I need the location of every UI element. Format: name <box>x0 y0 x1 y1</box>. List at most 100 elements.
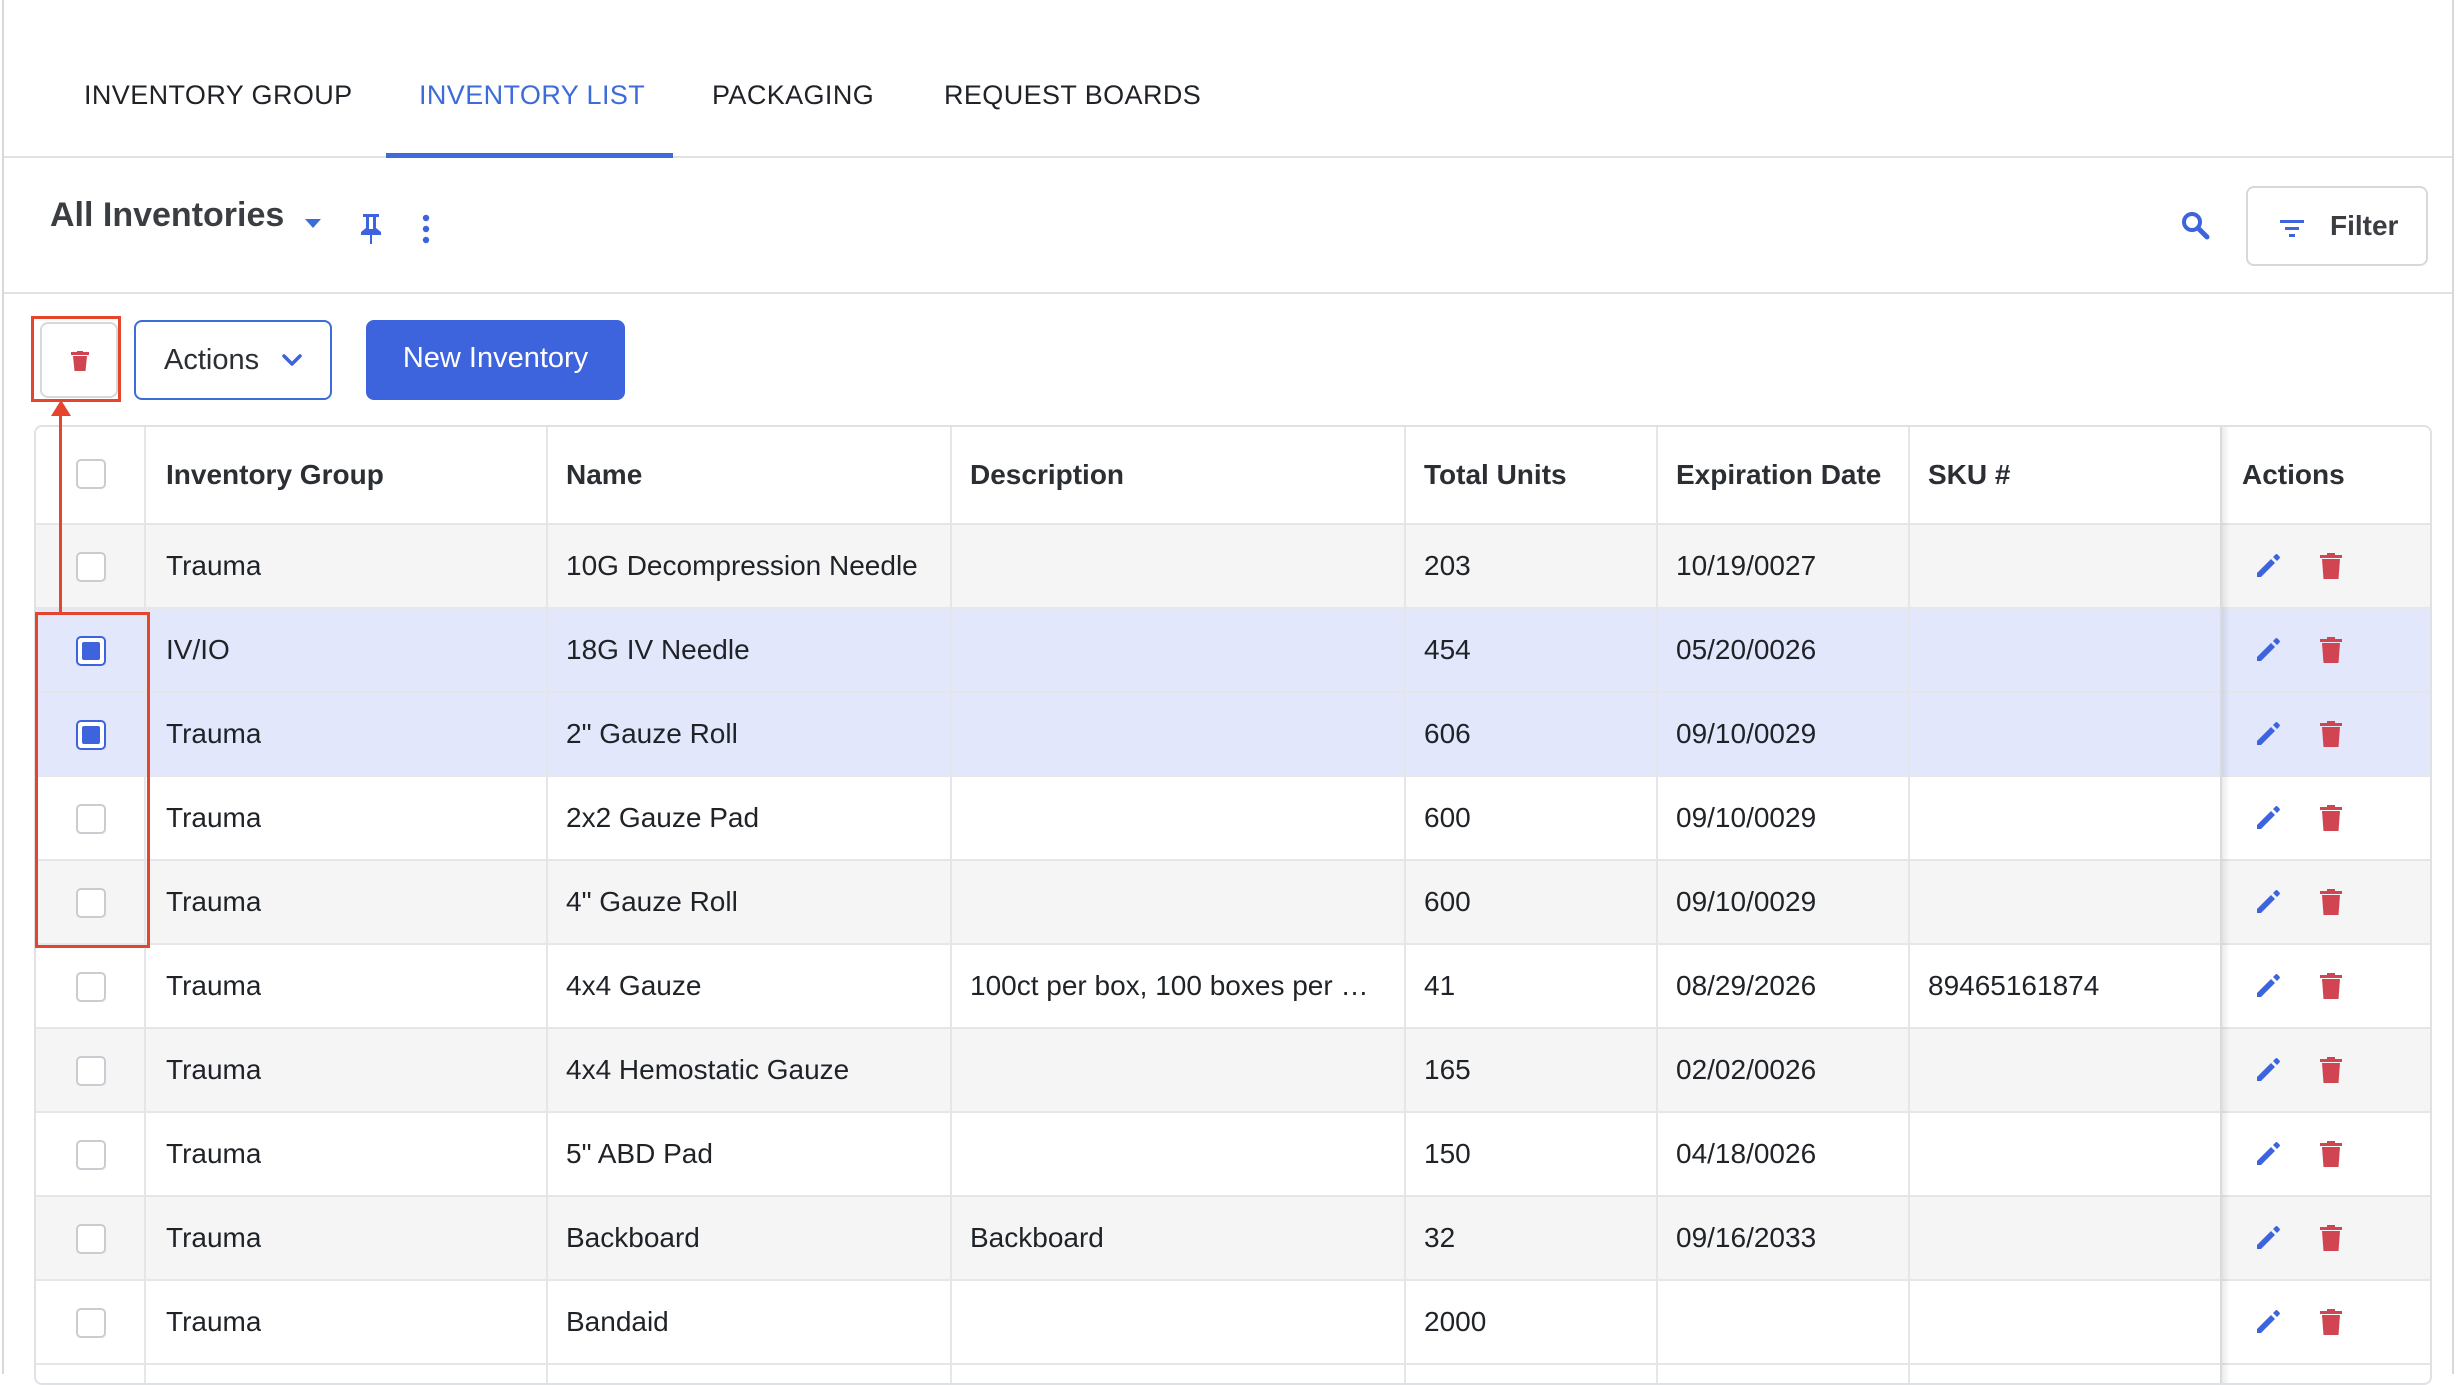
table-row[interactable]: Trauma Backboard Backboard 32 09/16/2033 <box>36 1197 2430 1281</box>
row-checkbox[interactable] <box>76 1140 106 1170</box>
delete-icon[interactable] <box>2320 721 2342 747</box>
cell-description <box>970 1281 1390 1363</box>
cell-inventory-group: Trauma <box>166 1138 262 1169</box>
cell-name: 18G IV Needle <box>566 634 750 665</box>
cell-expiration-date: 09/16/2033 <box>1676 1222 1817 1253</box>
row-checkbox[interactable] <box>76 1308 106 1338</box>
more-vert-icon[interactable] <box>421 214 431 244</box>
new-inventory-button[interactable]: New Inventory <box>366 320 625 400</box>
delete-icon[interactable] <box>2320 1141 2342 1167</box>
cell-expiration-date: 02/02/0026 <box>1676 1054 1817 1085</box>
header-description[interactable]: Description <box>970 427 1124 523</box>
edit-icon[interactable] <box>2254 720 2282 748</box>
edit-icon[interactable] <box>2254 972 2282 1000</box>
actions-dropdown[interactable]: Actions <box>134 320 332 400</box>
table-header: Inventory Group Name Description Total U… <box>36 427 2430 525</box>
table-row[interactable]: Trauma 10G Decompression Needle 203 10/19/0… <box>36 525 2430 609</box>
tab-inventory-group[interactable]: INVENTORY GROUP <box>84 0 353 158</box>
cell-inventory-group: Trauma <box>166 550 262 581</box>
filter-icon <box>2280 220 2304 237</box>
cell-name: 2x2 Gauze Pad <box>566 802 760 833</box>
inventory-table: Inventory Group Name Description Total U… <box>34 425 2432 1385</box>
header-expiration-date[interactable]: Expiration Date <box>1676 427 1881 523</box>
table-row[interactable]: Trauma Bandaid 2000 <box>36 1281 2430 1365</box>
search-icon[interactable] <box>2180 210 2210 240</box>
delete-icon[interactable] <box>2320 1225 2342 1251</box>
annotation-arrow-head <box>51 400 71 416</box>
cell-total-units: 600 <box>1424 886 1471 917</box>
header-total-units[interactable]: Total Units <box>1424 427 1567 523</box>
cell-total-units: 150 <box>1424 1138 1471 1169</box>
cell-inventory-group: IV/IO <box>166 634 230 665</box>
cell-name: 4x4 Hemostatic Gauze <box>566 1054 850 1085</box>
new-inventory-label: New Inventory <box>402 342 589 374</box>
edit-icon[interactable] <box>2254 552 2282 580</box>
table-row[interactable]: Trauma 4x4 Gauze 100ct per box, 100 boxes … <box>36 945 2430 1029</box>
cell-description: 100ct per box, 100 boxes per … <box>970 970 1369 1001</box>
delete-icon[interactable] <box>2320 973 2342 999</box>
edit-icon[interactable] <box>2254 636 2282 664</box>
cell-inventory-group: Trauma <box>166 718 262 749</box>
cell-description <box>970 609 1390 691</box>
tab-request-boards[interactable]: REQUEST BOARDS <box>944 0 1201 158</box>
header-sku[interactable]: SKU # <box>1928 427 2010 523</box>
delete-icon[interactable] <box>2320 889 2342 915</box>
annotation-arrow-line <box>59 412 62 612</box>
row-checkbox[interactable] <box>76 1224 106 1254</box>
table-row[interactable]: Trauma 4" Gauze Roll 600 09/10/0029 <box>36 861 2430 945</box>
header-name[interactable]: Name <box>566 427 642 523</box>
delete-icon[interactable] <box>2320 637 2342 663</box>
edit-icon[interactable] <box>2254 1224 2282 1252</box>
edit-icon[interactable] <box>2254 1308 2282 1336</box>
actions-label: Actions <box>164 344 260 376</box>
table-row[interactable]: Trauma 4x4 Hemostatic Gauze 165 02/02/0026 <box>36 1029 2430 1113</box>
cell-expiration-date: 04/18/0026 <box>1676 1138 1817 1169</box>
chevron-down-icon <box>282 354 302 366</box>
cell-description <box>970 693 1390 775</box>
table-row[interactable]: IV/IO 18G IV Needle 454 05/20/0026 <box>36 609 2430 693</box>
edit-icon[interactable] <box>2254 1056 2282 1084</box>
tab-packaging[interactable]: PACKAGING <box>712 0 874 158</box>
edit-icon[interactable] <box>2254 1140 2282 1168</box>
row-checkbox[interactable] <box>76 1056 106 1086</box>
cell-total-units: 32 <box>1424 1222 1456 1253</box>
header-actions: Actions <box>2242 459 2345 490</box>
cell-total-units: 600 <box>1424 802 1471 833</box>
header-inventory-group[interactable]: Inventory Group <box>166 427 384 523</box>
row-checkbox[interactable] <box>76 552 106 582</box>
cell-inventory-group: Trauma <box>166 1222 262 1253</box>
table-row[interactable]: Trauma 2x2 Gauze Pad 600 09/10/0029 <box>36 777 2430 861</box>
edit-icon[interactable] <box>2254 804 2282 832</box>
cell-expiration-date: 05/20/0026 <box>1676 634 1817 665</box>
cell-inventory-group: Trauma <box>166 802 262 833</box>
cell-total-units: 165 <box>1424 1054 1471 1085</box>
cell-expiration-date: 09/10/0029 <box>1676 718 1817 749</box>
pin-icon[interactable] <box>358 212 384 246</box>
delete-icon[interactable] <box>2320 1309 2342 1335</box>
tab-inventory-list[interactable]: INVENTORY LIST <box>419 0 645 158</box>
cell-name: 4x4 Gauze <box>566 970 702 1001</box>
row-checkbox[interactable] <box>76 972 106 1002</box>
cell-description <box>970 1113 1390 1195</box>
view-selector[interactable]: All Inventories <box>50 196 284 235</box>
delete-icon[interactable] <box>2320 553 2342 579</box>
cell-sku: 89465161874 <box>1928 970 2100 1001</box>
cell-description <box>970 861 1390 943</box>
select-all-checkbox[interactable] <box>76 459 106 489</box>
edit-icon[interactable] <box>2254 888 2282 916</box>
annotation-highlight-delete <box>31 316 121 402</box>
cell-name: 5" ABD Pad <box>566 1138 713 1169</box>
cell-name: Backboard <box>566 1222 700 1253</box>
caret-down-icon[interactable] <box>305 219 321 228</box>
cell-name: 10G Decompression Needle <box>566 550 918 581</box>
cell-total-units: 2000 <box>1424 1306 1487 1337</box>
delete-icon[interactable] <box>2320 805 2342 831</box>
filter-button[interactable]: Filter <box>2246 186 2428 266</box>
list-toolbar: All Inventories Filter <box>4 158 2452 294</box>
delete-icon[interactable] <box>2320 1057 2342 1083</box>
cell-total-units: 41 <box>1424 970 1456 1001</box>
cell-name: Bandaid <box>566 1306 669 1337</box>
table-row[interactable]: Trauma 5" ABD Pad 150 04/18/0026 <box>36 1113 2430 1197</box>
table-row[interactable]: Trauma 2" Gauze Roll 606 09/10/0029 <box>36 693 2430 777</box>
tab-bar: INVENTORY GROUP INVENTORY LIST PACKAGING… <box>4 0 2452 158</box>
